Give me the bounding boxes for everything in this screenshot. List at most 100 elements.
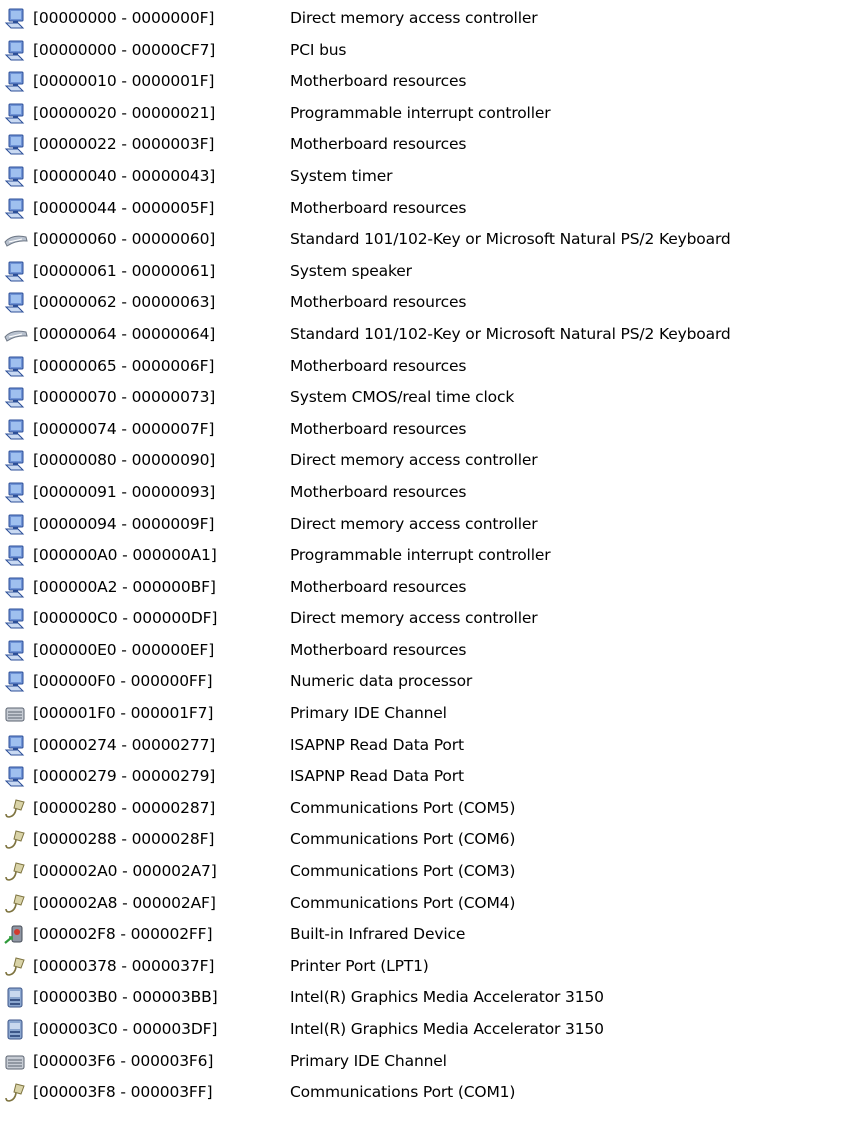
system-device-icon	[4, 8, 28, 30]
system-device-icon	[4, 640, 28, 662]
list-item[interactable]: [00000094 - 0000009F] Direct memory acces…	[0, 508, 858, 540]
io-range: [00000020 - 00000021]	[33, 103, 216, 122]
io-range: [000001F0 - 000001F7]	[33, 704, 214, 723]
list-item[interactable]: [00000000 - 0000000F] Direct memory acces…	[0, 2, 858, 34]
io-range: [00000040 - 00000043]	[33, 166, 216, 185]
list-item[interactable]: [00000044 - 0000005F] Motherboard resourc…	[0, 192, 858, 224]
list-item[interactable]: [00000061 - 00000061] System speaker	[0, 255, 858, 287]
io-range: [00000070 - 00000073]	[33, 388, 216, 407]
list-item[interactable]: [00000074 - 0000007F] Motherboard resourc…	[0, 413, 858, 445]
system-device-icon	[4, 419, 28, 441]
list-item[interactable]: [000000F0 - 000000FF] Numeric data proces…	[0, 665, 858, 697]
system-device-icon	[4, 482, 28, 504]
system-device-icon	[4, 71, 28, 93]
device-name: System CMOS/real time clock	[290, 388, 515, 407]
list-item[interactable]: [000001F0 - 000001F7] Primary IDE Channel	[0, 697, 858, 729]
list-item[interactable]: [00000378 - 0000037F] Printer Port (LPT1)	[0, 950, 858, 982]
device-name: Communications Port (COM1)	[290, 1083, 516, 1102]
device-name: Direct memory access controller	[290, 451, 538, 470]
list-item[interactable]: [000000C0 - 000000DF] Direct memory acces…	[0, 602, 858, 634]
list-item[interactable]: [00000280 - 00000287] Communications Port…	[0, 792, 858, 824]
keyboard-icon	[4, 229, 28, 251]
list-item[interactable]: [00000060 - 00000060] Standard 101/102-Ke…	[0, 223, 858, 255]
list-item[interactable]: [00000279 - 00000279] ISAPNP Read Data Po…	[0, 760, 858, 792]
infrared-device-icon	[4, 924, 28, 946]
list-item[interactable]: [000000A2 - 000000BF] Motherboard resourc…	[0, 571, 858, 603]
list-item[interactable]: [000003B0 - 000003BB] Intel(R) Graphics M…	[0, 981, 858, 1013]
system-device-icon	[4, 608, 28, 630]
io-range: [00000061 - 00000061]	[33, 261, 216, 280]
io-range: [00000022 - 0000003F]	[33, 135, 215, 154]
system-device-icon	[4, 450, 28, 472]
io-range: [00000091 - 00000093]	[33, 482, 216, 501]
io-range: [000000A0 - 000000A1]	[33, 546, 217, 565]
list-item[interactable]: [00000022 - 0000003F] Motherboard resourc…	[0, 128, 858, 160]
list-item[interactable]: [00000064 - 00000064] Standard 101/102-Ke…	[0, 318, 858, 350]
io-range: [00000094 - 0000009F]	[33, 514, 215, 533]
device-name: Communications Port (COM6)	[290, 830, 516, 849]
list-item[interactable]: [000003F6 - 000003F6] Primary IDE Channel	[0, 1045, 858, 1077]
device-name: Intel(R) Graphics Media Accelerator 3150	[290, 1020, 604, 1038]
io-resources-page: { "resources": [ {"range": "[00000000 - …	[0, 0, 858, 1123]
list-item[interactable]: [00000000 - 00000CF7] PCI bus	[0, 34, 858, 66]
io-range: [00000288 - 0000028F]	[33, 830, 215, 849]
device-name: Direct memory access controller	[290, 609, 538, 628]
list-item[interactable]: [000003C0 - 000003DF] Intel(R) Graphics M…	[0, 1013, 858, 1045]
list-item[interactable]: [00000091 - 00000093] Motherboard resourc…	[0, 476, 858, 508]
io-range: [00000080 - 00000090]	[33, 451, 216, 470]
io-range: [000003F6 - 000003F6]	[33, 1051, 214, 1070]
io-range: [00000279 - 00000279]	[33, 767, 216, 786]
io-range: [00000280 - 00000287]	[33, 798, 216, 817]
io-range: [000000E0 - 000000EF]	[33, 640, 215, 659]
device-name: Printer Port (LPT1)	[290, 956, 429, 975]
device-name: Standard 101/102-Key or Microsoft Natura…	[290, 324, 731, 343]
io-range: [000000F0 - 000000FF]	[33, 672, 213, 691]
device-name: Motherboard resources	[290, 198, 467, 217]
list-item[interactable]: [00000020 - 00000021] Programmable interr…	[0, 97, 858, 129]
system-device-icon	[4, 40, 28, 62]
port-connector-icon	[4, 893, 28, 915]
list-item[interactable]: [000002A8 - 000002AF] Communications Port…	[0, 887, 858, 919]
list-item[interactable]: [000002F8 - 000002FF] Built-in Infrared D…	[0, 918, 858, 950]
io-resource-list: [00000000 - 0000000F] Direct memory acces…	[0, 2, 858, 1108]
system-device-icon	[4, 671, 28, 693]
io-range: [000003F8 - 000003FF]	[33, 1083, 213, 1102]
list-item[interactable]: [000002A0 - 000002A7] Communications Port…	[0, 855, 858, 887]
device-name: Numeric data processor	[290, 672, 473, 691]
list-item[interactable]: [00000070 - 00000073] System CMOS/real ti…	[0, 381, 858, 413]
system-device-icon	[4, 261, 28, 283]
list-item[interactable]: [00000080 - 00000090] Direct memory acces…	[0, 444, 858, 476]
device-name: Primary IDE Channel	[290, 1051, 447, 1070]
device-name: Motherboard resources	[290, 482, 467, 501]
system-device-icon	[4, 577, 28, 599]
list-item[interactable]: [00000065 - 0000006F] Motherboard resourc…	[0, 350, 858, 382]
list-item[interactable]: [000000E0 - 000000EF] Motherboard resourc…	[0, 634, 858, 666]
device-name: Communications Port (COM5)	[290, 798, 516, 817]
system-device-icon	[4, 514, 28, 536]
io-range: [00000000 - 0000000F]	[33, 9, 215, 27]
display-adapter-icon	[4, 1019, 28, 1041]
io-range: [000002A0 - 000002A7]	[33, 862, 217, 881]
device-name: System speaker	[290, 261, 412, 280]
system-device-icon	[4, 292, 28, 314]
list-item[interactable]: [00000288 - 0000028F] Communications Port…	[0, 823, 858, 855]
device-name: Motherboard resources	[290, 640, 467, 659]
list-item[interactable]: [00000040 - 00000043] System timer	[0, 160, 858, 192]
io-range: [000002A8 - 000002AF]	[33, 893, 216, 912]
device-name: Programmable interrupt controller	[290, 546, 551, 565]
list-item[interactable]: [000003F8 - 000003FF] Communications Port…	[0, 1076, 858, 1108]
io-range: [00000065 - 0000006F]	[33, 356, 215, 375]
io-range: [000002F8 - 000002FF]	[33, 925, 213, 944]
list-item[interactable]: [00000010 - 0000001F] Motherboard resourc…	[0, 65, 858, 97]
list-item[interactable]: [00000062 - 00000063] Motherboard resourc…	[0, 286, 858, 318]
list-item[interactable]: [00000274 - 00000277] ISAPNP Read Data Po…	[0, 729, 858, 761]
device-name: Standard 101/102-Key or Microsoft Natura…	[290, 230, 731, 249]
device-name: ISAPNP Read Data Port	[290, 767, 464, 786]
device-name: Motherboard resources	[290, 72, 467, 91]
list-item[interactable]: [000000A0 - 000000A1] Programmable interr…	[0, 539, 858, 571]
device-name: Direct memory access controller	[290, 9, 538, 27]
device-name: Motherboard resources	[290, 293, 467, 312]
device-name: Direct memory access controller	[290, 514, 538, 533]
io-range: [00000074 - 0000007F]	[33, 419, 215, 438]
io-range: [00000000 - 00000CF7]	[33, 40, 216, 59]
